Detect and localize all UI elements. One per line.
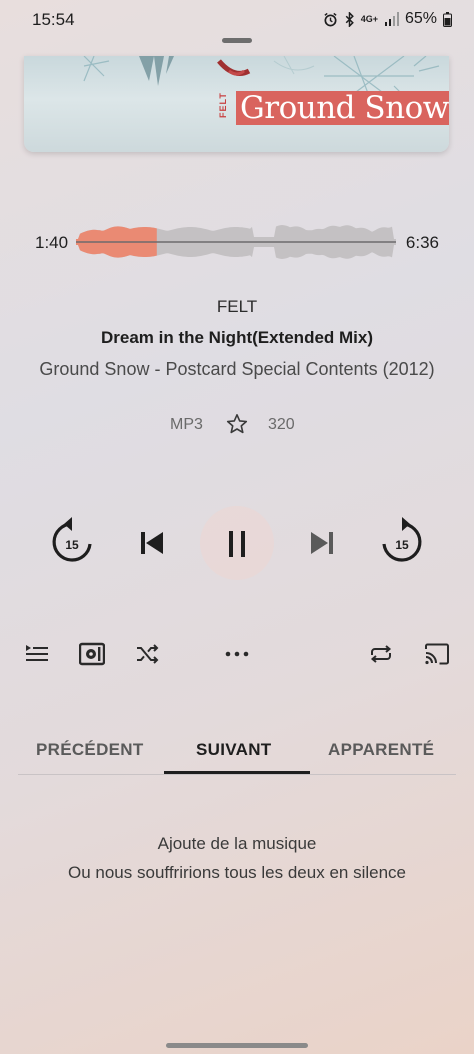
next-button[interactable] (308, 529, 336, 557)
skip-next-icon (311, 532, 333, 554)
empty-message-line1: Ajoute de la musique (157, 834, 317, 853)
rewind-15-button[interactable]: 15 (50, 516, 94, 566)
track-title[interactable]: Dream in the Night(Extended Mix) (0, 328, 474, 348)
home-indicator[interactable] (166, 1043, 308, 1048)
forward-15-icon: 15 (382, 517, 422, 562)
star-outline-icon[interactable] (225, 412, 249, 436)
cast-button[interactable] (424, 642, 450, 671)
forward-15-button[interactable]: 15 (380, 516, 424, 566)
queue-icon (26, 645, 48, 661)
forward-seconds: 15 (395, 538, 409, 552)
more-button[interactable] (224, 642, 250, 671)
format-label: MP3 (170, 416, 203, 433)
status-time: 15:54 (32, 10, 75, 29)
track-album[interactable]: Ground Snow - Postcard Special Contents … (0, 359, 474, 380)
rewind-seconds: 15 (65, 538, 79, 552)
shuffle-button[interactable] (135, 642, 159, 671)
tab-related[interactable]: APPARENTÉ (328, 740, 434, 760)
queue-tabs: PRÉCÉDENT SUIVANT APPARENTÉ (18, 740, 456, 775)
queue-button[interactable] (25, 642, 49, 671)
tab-previous[interactable]: PRÉCÉDENT (36, 740, 144, 760)
rewind-15-icon: 15 (52, 517, 92, 562)
repeat-button[interactable] (368, 642, 394, 671)
signal-icon (384, 12, 399, 26)
more-icon (225, 651, 249, 657)
alarm-icon (324, 12, 337, 26)
repeat-icon (370, 645, 392, 663)
drag-handle[interactable] (222, 38, 252, 43)
equalizer-icon (78, 642, 106, 666)
cast-icon (425, 643, 449, 665)
waveform-seekbar[interactable] (76, 218, 396, 266)
tab-next[interactable]: SUIVANT (196, 740, 271, 760)
album-art-title: Ground Snow (236, 91, 449, 125)
bluetooth-icon (345, 11, 354, 27)
album-art[interactable]: FELT Ground Snow (24, 56, 449, 152)
tab-divider (18, 774, 456, 775)
battery-icon (443, 11, 452, 27)
pause-icon (226, 530, 248, 558)
battery-percentage: 65% (404, 10, 437, 27)
empty-message-line2: Ou nous souffririons tous les deux en si… (68, 863, 406, 882)
network-type: 4G+ (360, 14, 378, 24)
equalizer-button[interactable] (78, 642, 106, 671)
empty-queue-message: Ajoute de la musique Ou nous souffririon… (0, 829, 474, 887)
status-bar: 15:54 4G+ 65% (0, 0, 474, 40)
bitrate-label: 320 (268, 416, 295, 433)
tab-active-indicator (164, 771, 310, 774)
album-art-artist: FELT (218, 92, 228, 118)
status-icons: 4G+ 65% (323, 10, 452, 28)
previous-button[interactable] (138, 529, 166, 557)
track-artist[interactable]: FELT (0, 297, 474, 317)
skip-previous-icon (141, 532, 163, 554)
elapsed-time: 1:40 (35, 233, 69, 252)
shuffle-icon (137, 644, 159, 664)
total-time: 6:36 (405, 233, 439, 252)
